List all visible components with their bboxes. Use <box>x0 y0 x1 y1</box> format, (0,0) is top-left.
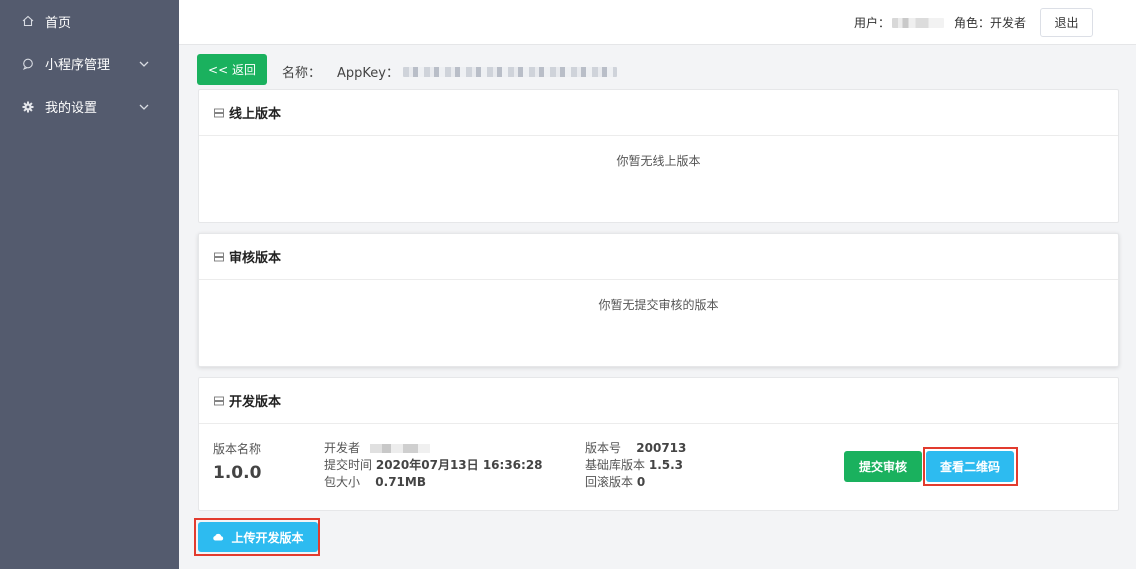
chat-bubble-icon <box>21 57 35 71</box>
version-info-middle: 开发者 提交时间 2020年07月13日 16:36:28 包大小 0.71MB <box>324 440 543 491</box>
server-icon <box>214 252 224 262</box>
card-title: 线上版本 <box>229 107 282 122</box>
card-title: 审核版本 <box>229 251 282 266</box>
rollback-value: 0 <box>636 475 646 489</box>
empty-message: 你暂无提交审核的版本 <box>598 298 719 312</box>
size-row: 包大小 0.71MB <box>324 474 543 491</box>
card-header: 开发版本 <box>199 378 1118 424</box>
server-icon <box>214 108 224 118</box>
submit-review-button[interactable]: 提交审核 <box>844 451 922 482</box>
back-button[interactable]: << 返回 <box>197 54 267 85</box>
view-qrcode-button[interactable]: 查看二维码 <box>926 451 1014 482</box>
appkey-value-redacted <box>402 66 617 77</box>
sidebar-item-miniprogram[interactable]: 小程序管理 <box>0 42 179 85</box>
version-info-right: 版本号 200713 基础库版本 1.5.3 回滚版本 0 <box>585 440 686 491</box>
cloud-upload-icon <box>212 532 224 542</box>
appkey-label: AppKey： <box>337 66 399 81</box>
base-lib-value: 1.5.3 <box>648 458 684 472</box>
version-name-block: 版本名称 1.0.0 <box>213 440 261 483</box>
sidebar-item-label: 首页 <box>45 15 72 31</box>
server-icon <box>214 396 224 406</box>
sidebar-item-label: 小程序管理 <box>45 58 111 73</box>
developer-label: 开发者 <box>324 441 361 455</box>
top-header: 用户： 角色：开发者 退出 <box>179 0 1136 45</box>
gear-icon <box>21 100 35 114</box>
version-no-value: 200713 <box>636 441 687 455</box>
submit-time-value: 2020年07月13日 16:36:28 <box>375 458 543 472</box>
upload-label: 上传开发版本 <box>231 530 304 545</box>
logout-button[interactable]: 退出 <box>1040 8 1093 37</box>
card-header: 审核版本 <box>199 234 1118 280</box>
version-name-value: 1.0.0 <box>213 463 262 483</box>
sidebar-item-home[interactable]: 首页 <box>0 0 179 42</box>
size-label: 包大小 <box>324 475 361 489</box>
user-label: 用户： <box>853 16 890 30</box>
dev-version-details: 版本名称 1.0.0 开发者 提交时间 2020年07月13日 16:36:28… <box>199 424 1118 511</box>
sidebar-item-label: 我的设置 <box>45 101 98 116</box>
sidebar-item-settings[interactable]: 我的设置 <box>0 85 179 128</box>
submit-time-label: 提交时间 <box>324 458 373 472</box>
rollback-row: 回滚版本 0 <box>585 474 686 491</box>
home-icon <box>21 14 35 28</box>
chevron-down-icon <box>139 102 149 112</box>
version-no-row: 版本号 200713 <box>585 440 686 457</box>
base-lib-row: 基础库版本 1.5.3 <box>585 457 686 474</box>
developer-row: 开发者 <box>324 440 543 457</box>
online-version-card: 线上版本 你暂无线上版本 <box>198 89 1119 223</box>
version-name-label: 版本名称 <box>213 442 262 456</box>
review-version-card: 审核版本 你暂无提交审核的版本 <box>198 233 1119 367</box>
sidebar: 首页 小程序管理 我的设置 <box>0 0 179 569</box>
user-name-redacted <box>891 17 944 28</box>
dev-version-card: 开发版本 版本名称 1.0.0 开发者 提交时间 2020年07月13日 16:… <box>198 377 1119 511</box>
version-no-label: 版本号 <box>585 441 622 455</box>
app-meta: 名称： AppKey： <box>282 62 617 81</box>
chevron-down-icon <box>139 59 149 69</box>
card-title: 开发版本 <box>229 395 282 410</box>
upload-dev-version-button[interactable]: 上传开发版本 <box>198 522 318 552</box>
base-lib-label: 基础库版本 <box>585 458 646 472</box>
card-header: 线上版本 <box>199 90 1118 136</box>
user-info: 用户： 角色：开发者 <box>854 14 1026 31</box>
developer-value-redacted <box>370 444 431 453</box>
submit-time-row: 提交时间 2020年07月13日 16:36:28 <box>324 457 543 474</box>
role-label: 角色：开发者 <box>953 16 1026 30</box>
rollback-label: 回滚版本 <box>585 475 634 489</box>
empty-message: 你暂无线上版本 <box>616 154 701 168</box>
name-label: 名称： <box>282 66 322 81</box>
size-value: 0.71MB <box>375 475 426 489</box>
